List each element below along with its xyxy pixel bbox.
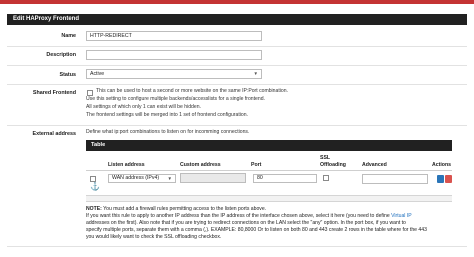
panel-title: Edit HAProxy Frontend: [7, 14, 467, 25]
shared-help-3: The frontend settings will be merged int…: [86, 112, 248, 118]
col-header-actions: Actions: [432, 162, 452, 168]
advanced-input[interactable]: [362, 174, 428, 184]
chevron-down-icon: ▼: [167, 176, 172, 181]
name-input[interactable]: HTTP-REDIRECT: [86, 31, 262, 41]
listen-address-select[interactable]: WAN address (IPv4) ▼: [108, 174, 176, 183]
move-down-icon[interactable]: [437, 175, 444, 183]
table-header-divider: [86, 170, 452, 171]
custom-address-input[interactable]: [180, 173, 246, 183]
external-address-intro: Define what ip:port combinations to list…: [86, 129, 250, 135]
anchor-icon[interactable]: ⚓: [90, 183, 100, 191]
note-text-2: If you want this rule to apply to anothe…: [86, 213, 392, 219]
description-input[interactable]: [86, 50, 262, 60]
col-header-advanced: Advanced: [362, 162, 387, 168]
note-bold: NOTE:: [86, 206, 102, 212]
virtual-ip-link[interactable]: Virtual IP: [391, 213, 412, 219]
table-scrollbar[interactable]: [86, 195, 452, 202]
note-line-5: you would likely want to check the SSL o…: [86, 234, 222, 240]
divider: [7, 84, 467, 85]
top-accent-bar: [0, 0, 474, 4]
status-select[interactable]: Active ▼: [86, 69, 262, 79]
col-header-ssl: SSL Offloading: [320, 155, 346, 168]
chevron-down-icon: ▼: [253, 71, 258, 76]
status-value: Active: [90, 71, 105, 77]
table-title: Table: [86, 140, 452, 151]
status-label: Status: [59, 72, 76, 78]
note-text-1: You must add a firewall rules permitting…: [101, 206, 267, 212]
port-input[interactable]: 80: [253, 174, 317, 183]
shared-help-1: Use this setting to configure multiple b…: [86, 96, 265, 102]
external-address-label: External address: [32, 131, 76, 137]
shared-help-2: All settings of which only 1 can exist w…: [86, 104, 201, 110]
name-label: Name: [61, 33, 76, 39]
ssl-offloading-checkbox[interactable]: [323, 175, 329, 181]
divider: [7, 46, 467, 47]
col-header-listen: Listen address: [108, 162, 145, 168]
divider: [7, 125, 467, 126]
shared-frontend-checkbox-text: This can be used to host a second or mor…: [96, 88, 288, 94]
description-label: Description: [46, 52, 76, 58]
col-header-port: Port: [251, 162, 262, 168]
listen-address-value: WAN address (IPv4): [112, 175, 160, 181]
divider: [7, 246, 467, 247]
shared-frontend-label: Shared Frontend: [32, 90, 76, 96]
divider: [7, 65, 467, 66]
col-header-custom: Custom address: [180, 162, 221, 168]
delete-icon[interactable]: [445, 175, 452, 183]
